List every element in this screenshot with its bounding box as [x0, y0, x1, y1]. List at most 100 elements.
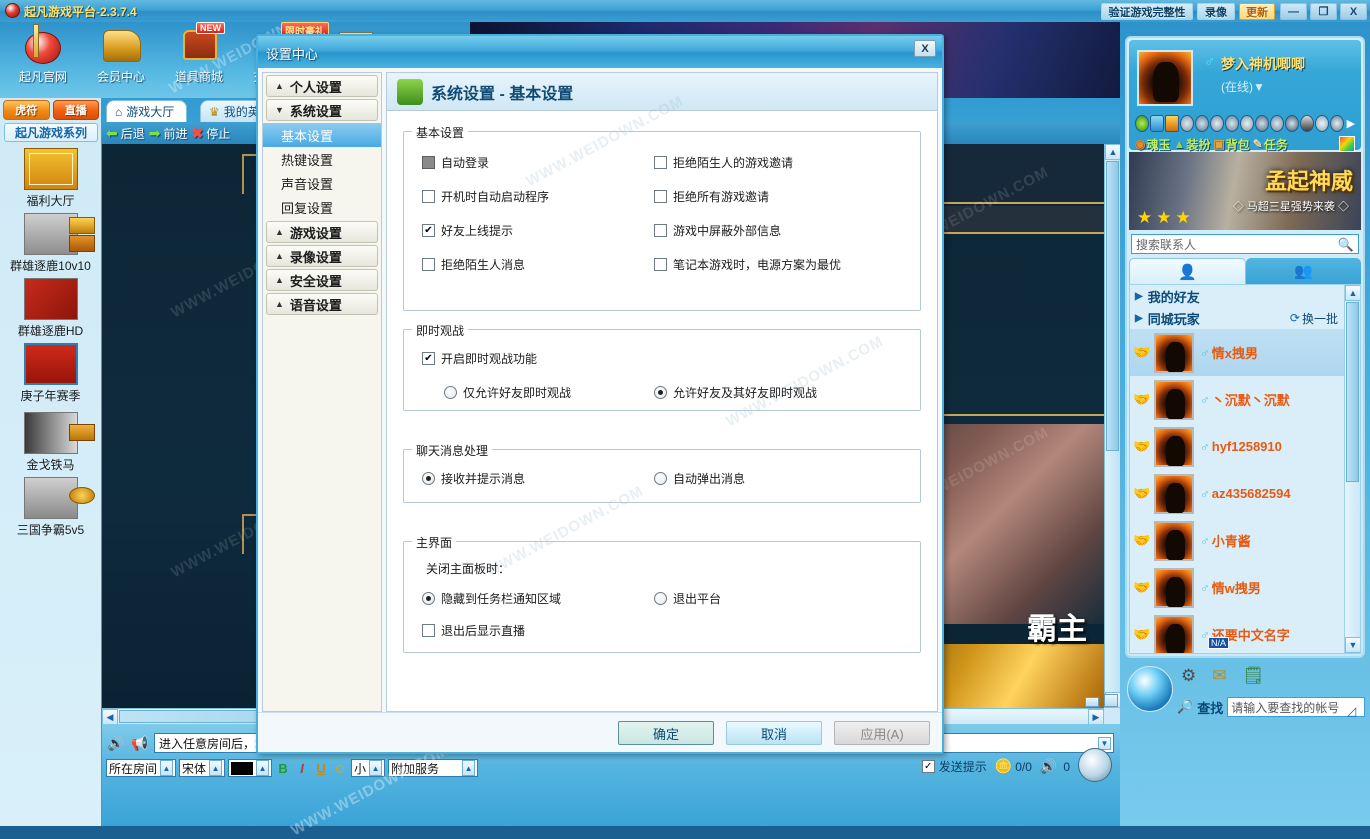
nav-group-recording-settings[interactable]: ▲ 录像设置 — [266, 245, 378, 267]
back-button[interactable]: ⬅ 后退 — [106, 125, 145, 142]
status-dropdown[interactable]: (在线)▼ — [1221, 78, 1265, 95]
checkbox-friend-online-tip[interactable]: ✔ 好友上线提示 — [422, 222, 513, 239]
forward-button[interactable]: ➡ 前进 — [149, 125, 188, 142]
gear-icon[interactable]: ⚙ — [1181, 666, 1196, 686]
list-item[interactable]: 金戈铁马 — [0, 412, 101, 473]
refresh-batch-button[interactable]: ⟳ 换一批 — [1290, 310, 1338, 327]
scroll-right-button[interactable]: ▶ — [1088, 709, 1104, 724]
group-header-local-players[interactable]: ▶ 同城玩家 ⟳ 换一批 — [1130, 307, 1360, 329]
nav-item-sound-settings[interactable]: 声音设置 — [263, 171, 381, 195]
list-item[interactable]: 群雄逐鹿10v10 — [0, 213, 101, 274]
promo-banner[interactable]: 孟起神威 ◇ 马超三星强势来袭 ◇ ★★★ — [1129, 152, 1361, 230]
group-header-my-friends[interactable]: ▶ 我的好友 — [1130, 285, 1360, 307]
size-select[interactable]: 小 ▲ — [351, 759, 386, 777]
avatar[interactable] — [1154, 520, 1194, 561]
scroll-down-button[interactable]: ▼ — [1345, 637, 1360, 653]
chevron-up-icon[interactable]: ▲ — [369, 760, 383, 776]
chevron-right-icon[interactable]: ▶ — [1347, 117, 1355, 130]
content-restore-button[interactable] — [1104, 694, 1118, 707]
mascot-icon[interactable] — [1078, 748, 1112, 782]
send-tip-checkbox[interactable]: ✓ 发送提示 — [921, 758, 987, 775]
content-minimize-button[interactable] — [1085, 697, 1099, 707]
toolbar-item-member-center[interactable]: 会员中心 — [84, 24, 158, 85]
avatar[interactable] — [1137, 50, 1193, 106]
search-contacts-input[interactable]: 搜索联系人 🔍 — [1131, 234, 1359, 254]
dressup-button[interactable]: ▲ 装扮 — [1174, 136, 1211, 153]
chevron-up-icon[interactable]: ▲ — [256, 760, 270, 776]
nav-group-voice-settings[interactable]: ▲ 语音设置 — [266, 293, 378, 315]
toolbar-item-item-mall[interactable]: NEW 道具商城 — [162, 22, 236, 85]
avatar[interactable]: N/A — [1154, 614, 1230, 653]
minimize-button[interactable]: — — [1280, 3, 1307, 20]
chevron-up-icon[interactable]: ▲ — [462, 760, 476, 776]
list-item[interactable]: 🤝 ♂ 情w拽男 — [1130, 564, 1360, 611]
scroll-up-button[interactable]: ▲ — [1105, 144, 1120, 160]
checkbox-reject-stranger-invite[interactable]: 拒绝陌生人的游戏邀请 — [654, 154, 793, 171]
horn-icon[interactable]: 📢 — [130, 734, 150, 752]
color-select[interactable]: ▲ — [228, 759, 273, 777]
list-item[interactable]: 福利大厅 — [0, 148, 101, 209]
ok-button[interactable]: 确定 — [618, 721, 714, 745]
scroll-up-button[interactable]: ▲ — [1345, 285, 1360, 301]
maximize-button[interactable]: ❐ — [1310, 3, 1337, 20]
find-account-input[interactable]: 请输入要查找的帐号 — [1227, 697, 1365, 717]
checkbox-auto-login[interactable]: 自动登录 — [422, 154, 489, 171]
nav-item-reply-settings[interactable]: 回复设置 — [263, 195, 381, 219]
nav-group-system-settings[interactable]: ▼ 系统设置 — [266, 99, 378, 121]
search-icon[interactable]: 🔍 — [1338, 237, 1354, 253]
close-button[interactable]: X — [1340, 3, 1367, 20]
emoji-button[interactable]: ☺ — [332, 759, 348, 777]
checkbox-block-external-info[interactable]: 游戏中屏蔽外部信息 — [654, 222, 781, 239]
soul-jade-button[interactable]: ◉ 魂玉 — [1135, 136, 1171, 153]
resize-grip[interactable]: ◿ — [1347, 704, 1361, 718]
checkbox-laptop-power-plan[interactable]: 笔记本游戏时，电源方案为最优 — [654, 256, 841, 273]
avatar[interactable] — [1154, 379, 1194, 420]
radio-hide-to-tray[interactable]: 隐藏到任务栏通知区域 — [422, 590, 561, 607]
list-item[interactable]: 🤝 ♂ 小青酱 — [1130, 517, 1360, 564]
toolbar-item-official-site[interactable]: 起凡官网 — [6, 24, 80, 85]
list-item[interactable]: 庚子年赛季 — [0, 343, 101, 404]
dialog-close-button[interactable]: X — [914, 40, 936, 57]
bold-button[interactable]: B — [275, 759, 291, 777]
update-button[interactable]: 更新 — [1239, 3, 1275, 20]
platform-orb-icon[interactable] — [1127, 666, 1173, 712]
checkbox-reject-stranger-msg[interactable]: 拒绝陌生人消息 — [422, 256, 525, 273]
avatar[interactable] — [1154, 473, 1194, 514]
nav-group-security-settings[interactable]: ▲ 安全设置 — [266, 269, 378, 291]
list-item[interactable]: 三国争霸5v5 — [0, 477, 101, 538]
tab-groups[interactable]: 👥 — [1246, 258, 1361, 284]
nav-group-game-settings[interactable]: ▲ 游戏设置 — [266, 221, 378, 243]
list-item[interactable]: 🤝 ♂ az435682594 — [1130, 470, 1360, 517]
checkbox-reject-all-invites[interactable]: 拒绝所有游戏邀请 — [654, 188, 769, 205]
color-palette-icon[interactable] — [1339, 136, 1355, 152]
scroll-thumb[interactable] — [1106, 161, 1119, 451]
hufu-button[interactable]: 虎符 — [3, 100, 50, 120]
mail-icon[interactable]: ✉ — [1212, 666, 1226, 686]
quest-button[interactable]: ✎ 任务 — [1253, 136, 1288, 153]
list-item[interactable]: 🤝 ♂ 情x拽男 — [1130, 329, 1360, 376]
radio-exit-platform[interactable]: 退出平台 — [654, 590, 721, 607]
content-vertical-scrollbar[interactable]: ▲ ▼ — [1104, 144, 1120, 708]
apply-button[interactable]: 应用(A) — [834, 721, 930, 745]
note-icon[interactable]: 🗒 — [1243, 666, 1265, 686]
italic-button[interactable]: I — [294, 759, 310, 777]
scroll-thumb[interactable] — [1346, 302, 1359, 482]
avatar[interactable] — [1154, 332, 1194, 373]
dialog-titlebar[interactable]: 设置中心 X — [258, 36, 942, 68]
underline-button[interactable]: U — [313, 759, 329, 777]
radio-friends-of-friends-spectate[interactable]: 允许好友及其好友即时观战 — [654, 384, 817, 401]
live-button[interactable]: 直播 — [52, 100, 99, 120]
checkbox-autostart-on-boot[interactable]: 开机时自动启动程序 — [422, 188, 549, 205]
tab-game-hall[interactable]: ⌂ 游戏大厅 — [106, 100, 188, 122]
speaker-icon[interactable]: 🔊 — [106, 734, 126, 752]
nav-item-hotkey-settings[interactable]: 热键设置 — [263, 147, 381, 171]
nav-group-personal-settings[interactable]: ▲ 个人设置 — [266, 75, 378, 97]
list-item[interactable]: 🤝 ♂ hyf1258910 — [1130, 423, 1360, 470]
scroll-left-button[interactable]: ◀ — [102, 709, 118, 724]
friend-list-scrollbar[interactable]: ▲ ▼ — [1344, 285, 1360, 653]
checkbox-show-live-after-exit[interactable]: 退出后显示直播 — [422, 622, 525, 639]
cancel-button[interactable]: 取消 — [726, 721, 822, 745]
verify-integrity-button[interactable]: 验证游戏完整性 — [1101, 3, 1193, 20]
list-item[interactable]: 🤝 N/A ♂ 还要中文名字 — [1130, 611, 1360, 653]
font-select[interactable]: 宋体 ▲ — [179, 759, 226, 777]
